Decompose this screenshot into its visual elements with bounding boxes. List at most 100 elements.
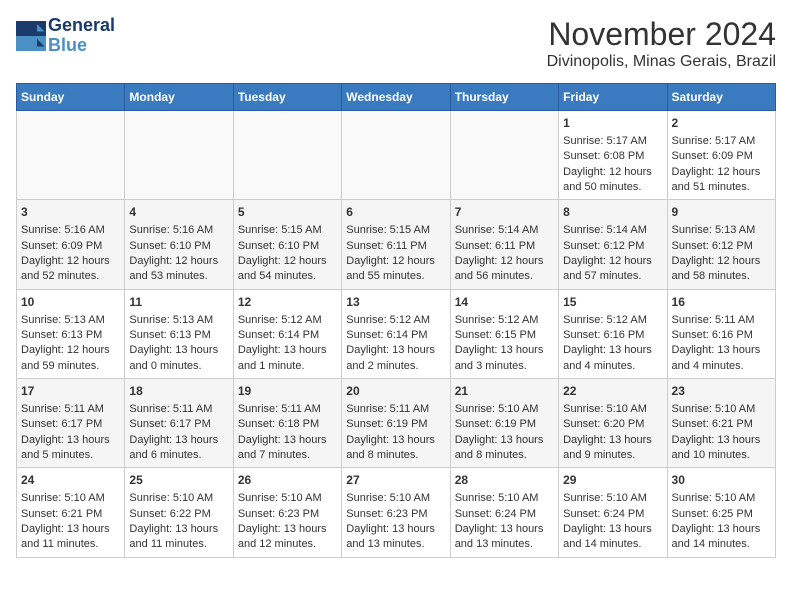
day-info-line: Daylight: 13 hours and 14 minutes. — [672, 522, 771, 553]
day-info-line: Sunrise: 5:17 AM — [672, 134, 771, 149]
calendar-cell — [450, 111, 558, 200]
calendar-cell: 13Sunrise: 5:12 AMSunset: 6:14 PMDayligh… — [342, 289, 450, 378]
day-info-line: Sunrise: 5:10 AM — [21, 491, 120, 506]
day-info-line: Daylight: 12 hours and 54 minutes. — [238, 254, 337, 285]
day-info-line: Daylight: 13 hours and 13 minutes. — [455, 522, 554, 553]
calendar-cell: 23 Sunrise: 5:10 AMSunset: 6:21 PMDayligh… — [667, 379, 775, 468]
day-info-line: Daylight: 13 hours and 7 minutes. — [238, 433, 337, 464]
day-info-line: Sunset: 6:20 PM — [563, 417, 662, 432]
day-info-line: Sunset: 6:17 PM — [21, 417, 120, 432]
day-info-line: Daylight: 13 hours and 8 minutes. — [455, 433, 554, 464]
day-info-line: Sunrise: 5:13 AM — [21, 313, 120, 328]
day-info-line: Sunrise: 5:10 AM — [455, 402, 554, 417]
calendar-cell: 22Sunrise: 5:10 AMSunset: 6:20 PMDayligh… — [559, 379, 667, 468]
day-info-line: Daylight: 12 hours and 51 minutes. — [672, 165, 771, 196]
day-info-line: Sunset: 6:15 PM — [455, 328, 554, 343]
day-info-line: Sunset: 6:14 PM — [238, 328, 337, 343]
day-info-line: Sunrise: 5:10 AM — [455, 491, 554, 506]
calendar-cell: 1Sunrise: 5:17 AMSunset: 6:08 PMDaylight… — [559, 111, 667, 200]
day-info-line: Sunset: 6:11 PM — [455, 239, 554, 254]
logo-line1: General — [48, 16, 115, 36]
day-info-line: Sunrise: 5:10 AM — [346, 491, 445, 506]
day-header-monday: Monday — [125, 84, 233, 111]
day-info-line: Sunrise: 5:17 AM — [563, 134, 662, 149]
calendar-cell: 14Sunrise: 5:12 AMSunset: 6:15 PMDayligh… — [450, 289, 558, 378]
location-title: Divinopolis, Minas Gerais, Brazil — [547, 53, 776, 71]
day-number: 13 — [346, 294, 445, 311]
day-info-line: Sunset: 6:21 PM — [21, 507, 120, 522]
day-number: 3 — [21, 204, 120, 221]
day-number: 24 — [21, 472, 120, 489]
day-info-line: Sunrise: 5:11 AM — [346, 402, 445, 417]
day-info-line: Sunrise: 5:15 AM — [238, 223, 337, 238]
calendar-cell: 11Sunrise: 5:13 AMSunset: 6:13 PMDayligh… — [125, 289, 233, 378]
week-row-2: 3Sunrise: 5:16 AMSunset: 6:09 PMDaylight… — [17, 200, 776, 289]
day-header-wednesday: Wednesday — [342, 84, 450, 111]
day-info-line: Sunset: 6:23 PM — [238, 507, 337, 522]
calendar-cell — [342, 111, 450, 200]
day-number: 19 — [238, 383, 337, 400]
day-info-line: Sunrise: 5:10 AM — [563, 402, 662, 417]
day-info-line: Daylight: 12 hours and 56 minutes. — [455, 254, 554, 285]
title-area: November 2024 Divinopolis, Minas Gerais,… — [547, 16, 776, 71]
day-header-friday: Friday — [559, 84, 667, 111]
calendar-cell: 12 Sunrise: 5:12 AMSunset: 6:14 PMDayligh… — [233, 289, 341, 378]
day-number: 12 — [238, 294, 337, 311]
day-info-line: Sunrise: 5:10 AM — [672, 491, 771, 506]
logo: General Blue — [16, 16, 115, 56]
day-number: 5 — [238, 204, 337, 221]
calendar-cell: 30Sunrise: 5:10 AMSunset: 6:25 PMDayligh… — [667, 468, 775, 557]
calendar-cell: 16Sunrise: 5:11 AMSunset: 6:16 PMDayligh… — [667, 289, 775, 378]
calendar-cell: 2Sunrise: 5:17 AMSunset: 6:09 PMDaylight… — [667, 111, 775, 200]
page-header: General Blue November 2024 Divinopolis, … — [16, 16, 776, 71]
day-number: 21 — [455, 383, 554, 400]
day-info-line: Sunset: 6:18 PM — [238, 417, 337, 432]
day-info-line: Sunset: 6:22 PM — [129, 507, 228, 522]
calendar-cell: 10Sunrise: 5:13 AMSunset: 6:13 PMDayligh… — [17, 289, 125, 378]
day-number: 20 — [346, 383, 445, 400]
day-info-line: Sunrise: 5:10 AM — [563, 491, 662, 506]
calendar-cell: 7Sunrise: 5:14 AMSunset: 6:11 PMDaylight… — [450, 200, 558, 289]
day-number: 14 — [455, 294, 554, 311]
calendar-cell — [233, 111, 341, 200]
day-number: 30 — [672, 472, 771, 489]
day-number: 22 — [563, 383, 662, 400]
day-info-line: Sunrise: 5:11 AM — [129, 402, 228, 417]
day-info-line: Sunrise: 5:12 AM — [563, 313, 662, 328]
calendar-cell: 18Sunrise: 5:11 AMSunset: 6:17 PMDayligh… — [125, 379, 233, 468]
calendar-cell: 17Sunrise: 5:11 AMSunset: 6:17 PMDayligh… — [17, 379, 125, 468]
day-info-line: Sunset: 6:19 PM — [455, 417, 554, 432]
day-info-line: Daylight: 13 hours and 4 minutes. — [672, 343, 771, 374]
logo-icon — [16, 21, 46, 51]
day-number: 17 — [21, 383, 120, 400]
day-info-line: Sunrise: 5:15 AM — [346, 223, 445, 238]
calendar-cell: 15Sunrise: 5:12 AMSunset: 6:16 PMDayligh… — [559, 289, 667, 378]
day-info-line: Daylight: 13 hours and 5 minutes. — [21, 433, 120, 464]
day-info-line: Sunset: 6:12 PM — [563, 239, 662, 254]
day-info-line: Sunrise: 5:12 AM — [346, 313, 445, 328]
day-info-line: Sunset: 6:21 PM — [672, 417, 771, 432]
week-row-3: 10Sunrise: 5:13 AMSunset: 6:13 PMDayligh… — [17, 289, 776, 378]
day-info-line: Sunrise: 5:12 AM — [238, 313, 337, 328]
day-info-line: Sunrise: 5:14 AM — [563, 223, 662, 238]
day-info-line: Daylight: 12 hours and 55 minutes. — [346, 254, 445, 285]
day-info-line: Sunrise: 5:13 AM — [672, 223, 771, 238]
calendar-cell: 19Sunrise: 5:11 AMSunset: 6:18 PMDayligh… — [233, 379, 341, 468]
day-number: 10 — [21, 294, 120, 311]
day-info-line: Sunrise: 5:16 AM — [129, 223, 228, 238]
day-info-line: Sunrise: 5:10 AM — [672, 402, 771, 417]
day-info-line: Daylight: 13 hours and 14 minutes. — [563, 522, 662, 553]
day-info-line: Daylight: 13 hours and 0 minutes. — [129, 343, 228, 374]
calendar-cell: 6Sunrise: 5:15 AMSunset: 6:11 PMDaylight… — [342, 200, 450, 289]
day-info-line: Daylight: 13 hours and 8 minutes. — [346, 433, 445, 464]
day-info-line: Daylight: 13 hours and 1 minute. — [238, 343, 337, 374]
day-number: 1 — [563, 115, 662, 132]
logo-line2: Blue — [48, 36, 115, 56]
calendar-cell — [125, 111, 233, 200]
day-number: 23 — [672, 383, 771, 400]
day-number: 15 — [563, 294, 662, 311]
day-info-line: Daylight: 13 hours and 4 minutes. — [563, 343, 662, 374]
day-header-tuesday: Tuesday — [233, 84, 341, 111]
day-header-thursday: Thursday — [450, 84, 558, 111]
day-info-line: Daylight: 13 hours and 10 minutes. — [672, 433, 771, 464]
